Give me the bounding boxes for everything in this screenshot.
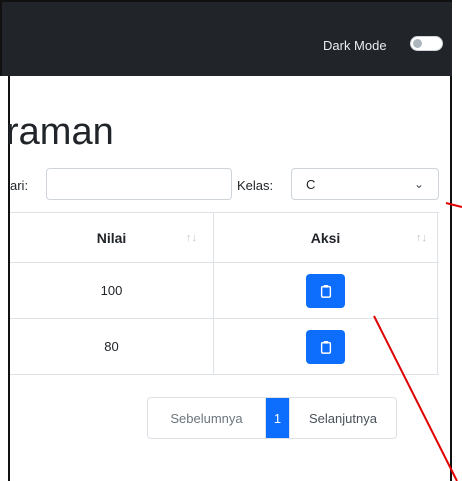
navbar: Dark Mode xyxy=(0,0,452,76)
kelas-select[interactable]: C ⌄ xyxy=(291,168,439,200)
clipboard-icon xyxy=(320,340,331,354)
clipboard-icon xyxy=(320,284,331,298)
frame-border-right xyxy=(450,76,452,481)
pagination: Sebelumnya 1 Selanjutnya xyxy=(147,397,397,439)
cell-aksi xyxy=(214,263,438,318)
toggle-knob xyxy=(413,39,422,48)
column-header-aksi[interactable]: Aksi ↑↓ xyxy=(214,213,438,262)
search-input[interactable] xyxy=(46,168,232,200)
column-header-label: Aksi xyxy=(310,229,341,246)
action-button[interactable] xyxy=(306,329,345,364)
cell-aksi xyxy=(214,319,438,374)
column-header-nilai[interactable]: Nilai ↑↓ xyxy=(10,213,214,262)
table-row: 100 xyxy=(10,263,439,319)
data-table: Nilai ↑↓ Aksi ↑↓ 100 80 xyxy=(10,212,439,375)
cell-nilai: 100 xyxy=(10,263,214,318)
table-row: 80 xyxy=(10,319,439,375)
sort-icon: ↑↓ xyxy=(416,231,427,244)
table-header-row: Nilai ↑↓ Aksi ↑↓ xyxy=(10,213,439,263)
column-header-label: Nilai xyxy=(96,229,127,246)
pagination-prev[interactable]: Sebelumnya xyxy=(148,398,266,438)
pagination-next[interactable]: Selanjutnya xyxy=(290,398,396,438)
kelas-selected-value: C xyxy=(306,177,316,192)
kelas-label: Kelas: xyxy=(237,178,274,193)
dark-mode-toggle[interactable] xyxy=(410,36,443,51)
cell-nilai: 80 xyxy=(10,319,214,374)
nilai-value: 80 xyxy=(104,339,119,354)
search-label: ari: xyxy=(10,178,29,193)
pagination-page-current[interactable]: 1 xyxy=(266,398,290,438)
page-title: raman xyxy=(6,111,114,153)
annotation-arrow-line xyxy=(445,202,462,208)
dark-mode-label: Dark Mode xyxy=(323,38,387,53)
action-button[interactable] xyxy=(306,273,345,308)
chevron-down-icon: ⌄ xyxy=(413,177,424,191)
nilai-value: 100 xyxy=(100,283,123,298)
sort-icon: ↑↓ xyxy=(186,231,197,244)
